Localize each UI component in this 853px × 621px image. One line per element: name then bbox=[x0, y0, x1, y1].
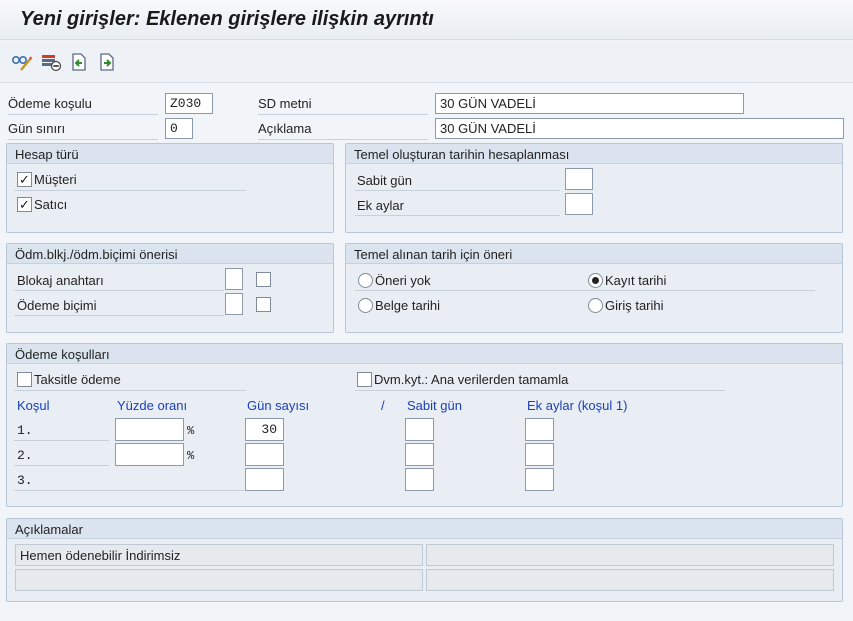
installment-checkbox[interactable] bbox=[17, 372, 32, 387]
payment-term-label: Ödeme koşulu bbox=[8, 96, 92, 111]
day-limit-field[interactable]: 0 bbox=[165, 118, 193, 139]
description-label: Açıklama bbox=[258, 121, 312, 136]
row-1-percent-field[interactable] bbox=[115, 418, 184, 441]
row-3-label: 3. bbox=[17, 473, 33, 488]
row-2-percent-sign: % bbox=[187, 449, 195, 463]
row-3-fixed-day-field[interactable] bbox=[405, 468, 434, 491]
previous-entry-button[interactable] bbox=[68, 51, 90, 73]
col-fixed-day: Sabit gün bbox=[407, 398, 462, 413]
note-line-2 bbox=[426, 544, 834, 566]
block-key-field[interactable] bbox=[225, 268, 243, 290]
col-days: Gün sayısı bbox=[247, 398, 310, 413]
row-2-label: 2. bbox=[17, 448, 33, 463]
row-2-days-field[interactable] bbox=[245, 443, 284, 466]
col-extra-months: Ek aylar (koşul 1) bbox=[527, 398, 628, 413]
glasses-pencil-icon bbox=[11, 56, 33, 71]
description-field[interactable]: 30 GÜN VADELİ bbox=[435, 118, 844, 139]
radio-posting-date-label: Kayıt tarihi bbox=[605, 273, 667, 288]
row-1-days-field[interactable]: 30 bbox=[245, 418, 284, 441]
baseline-default-title: Temel alınan tarih için öneri bbox=[354, 247, 513, 262]
row-2-fixed-day-field[interactable] bbox=[405, 443, 434, 466]
sd-text-field[interactable]: 30 GÜN VADELİ bbox=[435, 93, 744, 114]
display-change-button[interactable] bbox=[11, 51, 33, 73]
vendor-checkbox[interactable]: ✓ bbox=[17, 197, 32, 212]
row-2-extra-months-field[interactable] bbox=[525, 443, 554, 466]
payment-terms-title: Ödeme koşulları bbox=[15, 347, 110, 362]
row-1-label: 1. bbox=[17, 423, 33, 438]
payment-method-label: Ödeme biçimi bbox=[17, 298, 97, 313]
next-entry-icon bbox=[100, 53, 114, 71]
note-line-1: Hemen ödenebilir İndirimsiz bbox=[15, 544, 423, 566]
baseline-calc-title: Temel oluşturan tarihin hesaplanması bbox=[354, 147, 570, 162]
row-3-extra-months-field[interactable] bbox=[525, 468, 554, 491]
delete-row-icon bbox=[42, 55, 62, 72]
notes-title: Açıklamalar bbox=[15, 522, 83, 537]
payment-term-field[interactable]: Z030 bbox=[165, 93, 213, 114]
radio-no-default[interactable] bbox=[358, 273, 373, 288]
note-line-4 bbox=[426, 569, 834, 591]
title-bar: Yeni girişler: Eklenen girişlere ilişkin… bbox=[0, 0, 853, 40]
toolbar bbox=[0, 41, 853, 83]
radio-posting-date[interactable] bbox=[588, 273, 603, 288]
row-2-percent-field[interactable] bbox=[115, 443, 184, 466]
vendor-label: Satıcı bbox=[34, 197, 68, 212]
page-title: Yeni girişler: Eklenen girişlere ilişkin… bbox=[20, 8, 434, 30]
radio-entry-date-label: Giriş tarihi bbox=[605, 298, 664, 313]
radio-entry-date[interactable] bbox=[588, 298, 603, 313]
complete-from-master-checkbox[interactable] bbox=[357, 372, 372, 387]
row-1-extra-months-field[interactable] bbox=[525, 418, 554, 441]
block-key-label: Blokaj anahtarı bbox=[17, 273, 104, 288]
radio-document-date-label: Belge tarihi bbox=[375, 298, 441, 313]
fixed-day-label: Sabit gün bbox=[357, 173, 412, 188]
payment-method-field[interactable] bbox=[225, 293, 243, 315]
next-entry-button[interactable] bbox=[96, 51, 118, 73]
sd-text-label: SD metni bbox=[258, 96, 312, 111]
complete-from-master-label: Dvm.kyt.: Ana verilerden tamamla bbox=[374, 372, 569, 387]
previous-entry-icon bbox=[72, 53, 86, 71]
row-1-percent-sign: % bbox=[187, 424, 195, 438]
extra-months-field[interactable] bbox=[565, 193, 593, 215]
day-limit-label: Gün sınırı bbox=[8, 121, 66, 136]
row-3-days-field[interactable] bbox=[245, 468, 284, 491]
payment-block-group: Ödm.blkj./ödm.biçimi önerisi bbox=[6, 243, 334, 333]
baseline-default-group: Temel alınan tarih için öneri bbox=[345, 243, 843, 333]
fixed-day-field[interactable] bbox=[565, 168, 593, 190]
col-slash: / bbox=[381, 398, 385, 413]
customer-checkbox[interactable]: ✓ bbox=[17, 172, 32, 187]
payment-block-title: Ödm.blkj./ödm.biçimi önerisi bbox=[15, 247, 178, 262]
extra-months-label: Ek aylar bbox=[357, 198, 404, 213]
block-key-checkbox[interactable] bbox=[256, 272, 271, 287]
installment-label: Taksitle ödeme bbox=[34, 372, 121, 387]
radio-document-date[interactable] bbox=[358, 298, 373, 313]
payment-method-checkbox[interactable] bbox=[256, 297, 271, 312]
account-type-title: Hesap türü bbox=[15, 147, 79, 162]
delete-button[interactable] bbox=[40, 51, 62, 73]
note-line-3 bbox=[15, 569, 423, 591]
radio-no-default-label: Öneri yok bbox=[375, 273, 431, 288]
row-1-fixed-day-field[interactable] bbox=[405, 418, 434, 441]
customer-label: Müşteri bbox=[34, 172, 77, 187]
col-percent: Yüzde oranı bbox=[117, 398, 188, 413]
baseline-calc-group: Temel oluşturan tarihin hesaplanması bbox=[345, 143, 843, 233]
account-type-group: Hesap türü bbox=[6, 143, 334, 233]
col-term: Koşul bbox=[17, 398, 50, 413]
